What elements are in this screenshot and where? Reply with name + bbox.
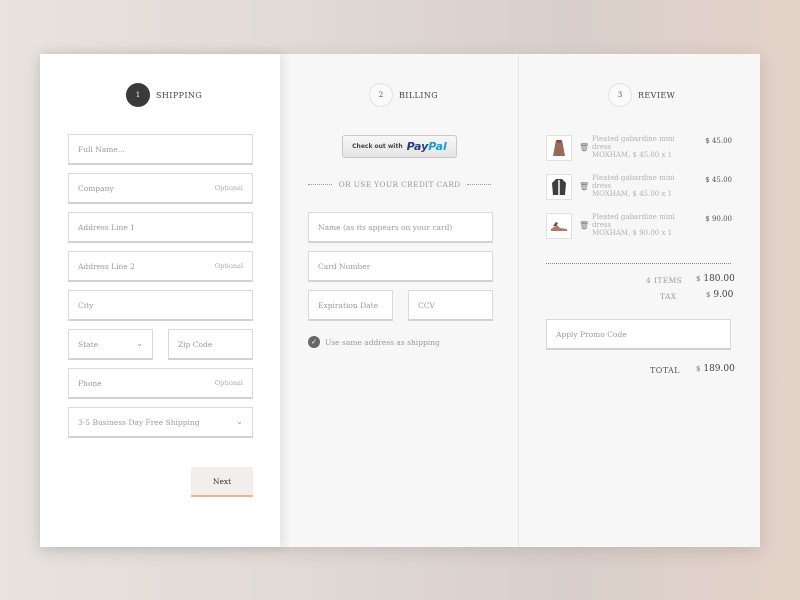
total-label: TOTAL (650, 366, 680, 375)
product-thumbnail (546, 213, 572, 239)
product-thumbnail (546, 135, 572, 161)
credit-card-divider: OR USE YOUR CREDIT CARD (308, 180, 492, 189)
company-placeholder: Company (78, 183, 114, 193)
step-number: 1 (126, 83, 150, 107)
phone-placeholder: Phone (78, 378, 102, 388)
address-line-1-placeholder: Address Line 1 (78, 222, 135, 232)
shipping-method-select[interactable]: 3-5 Business Day Free Shipping ⌄ (68, 407, 253, 438)
paypal-logo: PayPal (406, 140, 447, 153)
chevron-down-icon: ⌄ (136, 338, 143, 348)
jacket-icon (552, 179, 566, 195)
full-name-input[interactable]: Full Name... (68, 134, 253, 165)
paypal-prefix: Check out with (352, 143, 403, 150)
item-meta: MOXHAM, $ 45.00 x 1 (592, 151, 673, 159)
optional-label: Optional (214, 379, 243, 387)
state-placeholder: State (78, 339, 99, 349)
card-number-input[interactable]: Card Number (308, 251, 493, 282)
expiration-placeholder: Expiration Date (318, 300, 379, 310)
cart-item: 🗑︎ Pleated gabardine mini dress MOXHAM, … (546, 213, 732, 239)
phone-input[interactable]: Phone Optional (68, 368, 253, 399)
address-line-2-placeholder: Address Line 2 (78, 261, 135, 271)
promo-code-input[interactable]: Apply Promo Code (546, 319, 731, 350)
trash-icon[interactable]: 🗑︎ (579, 143, 589, 152)
step-label: SHIPPING (156, 90, 203, 100)
step-label: REVIEW (638, 90, 676, 100)
same-address-label: Use same address as shipping (325, 337, 440, 347)
ccv-input[interactable]: CCV (408, 290, 493, 321)
item-price: $ 45.00 (705, 137, 732, 145)
zip-code-placeholder: Zip Code (178, 339, 213, 349)
card-name-input[interactable]: Name (as its appears on your card) (308, 212, 493, 243)
product-thumbnail (546, 174, 572, 200)
cart-item: 🗑︎ Pleated gabardine mini dress MOXHAM, … (546, 135, 732, 161)
card-name-placeholder: Name (as its appears on your card) (318, 222, 453, 232)
item-name: Pleated gabardine mini dress (592, 135, 675, 151)
card-number-placeholder: Card Number (318, 261, 371, 271)
billing-panel: 2 BILLING Check out with PayPal OR USE Y… (280, 54, 519, 547)
optional-label: Optional (214, 262, 243, 270)
step-billing[interactable]: 2 BILLING (369, 83, 438, 107)
summary-separator (546, 263, 731, 264)
tax-label: TAX (660, 292, 677, 301)
item-name: Pleated gabardine mini dress (592, 174, 675, 190)
expiration-date-input[interactable]: Expiration Date (308, 290, 393, 321)
ccv-placeholder: CCV (418, 300, 435, 310)
step-number: 2 (369, 83, 393, 107)
item-price: $ 90.00 (705, 215, 732, 223)
item-meta: MOXHAM, $ 45.00 x 1 (592, 190, 673, 198)
cart-item: 🗑︎ Pleated gabardine mini dress MOXHAM, … (546, 174, 732, 200)
company-input[interactable]: Company Optional (68, 173, 253, 204)
city-placeholder: City (78, 300, 94, 310)
review-panel: 3 REVIEW 🗑︎ Pleated gabardine mini dress… (519, 54, 760, 547)
full-name-placeholder: Full Name... (78, 144, 125, 154)
items-count-label: 4 ITEMS (646, 276, 683, 285)
promo-code-placeholder: Apply Promo Code (556, 329, 627, 339)
address-line-1-input[interactable]: Address Line 1 (68, 212, 253, 243)
shoes-icon (551, 222, 567, 231)
state-select[interactable]: State ⌄ (68, 329, 153, 360)
items-subtotal: $ 180.00 (696, 274, 735, 284)
zip-code-input[interactable]: Zip Code (168, 329, 253, 360)
step-shipping[interactable]: 1 SHIPPING (126, 83, 202, 107)
address-line-2-input[interactable]: Address Line 2 Optional (68, 251, 253, 282)
total-value: $ 189.00 (696, 364, 735, 374)
same-address-checkbox[interactable]: ✓ Use same address as shipping (308, 336, 440, 348)
city-input[interactable]: City (68, 290, 253, 321)
paypal-checkout-button[interactable]: Check out with PayPal (342, 135, 457, 158)
trash-icon[interactable]: 🗑︎ (579, 221, 589, 230)
divider-line (467, 184, 492, 185)
shipping-panel: 1 SHIPPING Full Name... Company Optional… (40, 54, 280, 547)
item-name: Pleated gabardine mini dress (592, 213, 675, 229)
checkmark-icon: ✓ (308, 336, 320, 348)
trash-icon[interactable]: 🗑︎ (579, 182, 589, 191)
step-label: BILLING (399, 90, 439, 100)
chevron-down-icon: ⌄ (236, 416, 243, 426)
divider-line (308, 184, 332, 185)
checkout-card: 1 SHIPPING Full Name... Company Optional… (40, 54, 760, 547)
step-review[interactable]: 3 REVIEW (608, 83, 675, 107)
shipping-method-value: 3-5 Business Day Free Shipping (78, 417, 200, 427)
next-button[interactable]: Next (191, 467, 253, 497)
tax-value: $ 9.00 (706, 290, 734, 300)
item-price: $ 45.00 (705, 176, 732, 184)
divider-text: OR USE YOUR CREDIT CARD (338, 180, 461, 189)
dress-icon (553, 140, 565, 156)
item-meta: MOXHAM, $ 90.00 x 1 (592, 229, 673, 237)
step-number: 3 (608, 83, 632, 107)
optional-label: Optional (214, 184, 243, 192)
